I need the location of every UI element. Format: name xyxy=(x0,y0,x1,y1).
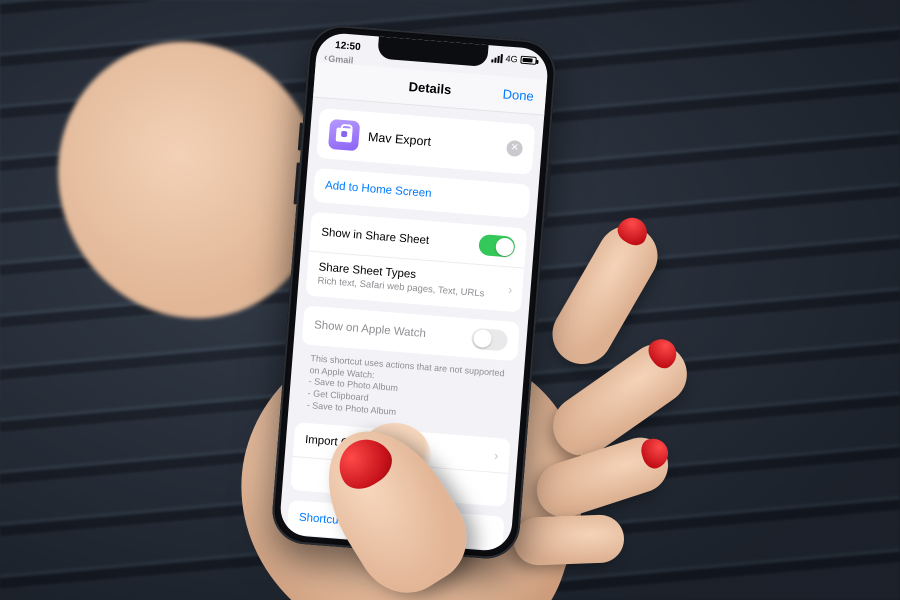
signal-icon xyxy=(491,53,503,63)
chevron-right-icon: › xyxy=(508,282,514,297)
add-to-home-label: Add to Home Screen xyxy=(325,180,519,207)
add-to-home-row[interactable]: Add to Home Screen xyxy=(313,168,531,219)
show-on-watch-label: Show on Apple Watch xyxy=(314,320,472,344)
status-time: 12:50 xyxy=(335,40,361,53)
done-button[interactable]: Done xyxy=(502,86,534,103)
add-to-home-group: Add to Home Screen xyxy=(313,168,531,219)
share-sheet-group: Show in Share Sheet Share Sheet Types Ri… xyxy=(305,212,527,313)
watch-unsupported-note: This shortcut uses actions that are not … xyxy=(288,348,524,430)
shortcut-name-row[interactable]: Mav Export ✕ xyxy=(316,108,535,175)
chevron-right-icon: › xyxy=(494,448,500,463)
watch-unsupported-list: Save to Photo Album Get Clipboard Save t… xyxy=(306,376,504,426)
show-in-share-sheet-toggle[interactable] xyxy=(478,234,516,258)
shortcut-name-group: Mav Export ✕ xyxy=(316,108,535,175)
page-title: Details xyxy=(408,79,452,97)
show-in-share-sheet-label: Show in Share Sheet xyxy=(321,226,479,250)
battery-icon xyxy=(520,56,537,65)
shortcut-icon[interactable] xyxy=(328,119,360,151)
shortcut-name-field[interactable]: Mav Export xyxy=(367,130,498,154)
clear-name-button[interactable]: ✕ xyxy=(506,140,523,157)
network-label: 4G xyxy=(505,53,518,64)
show-on-watch-toggle xyxy=(471,328,509,352)
